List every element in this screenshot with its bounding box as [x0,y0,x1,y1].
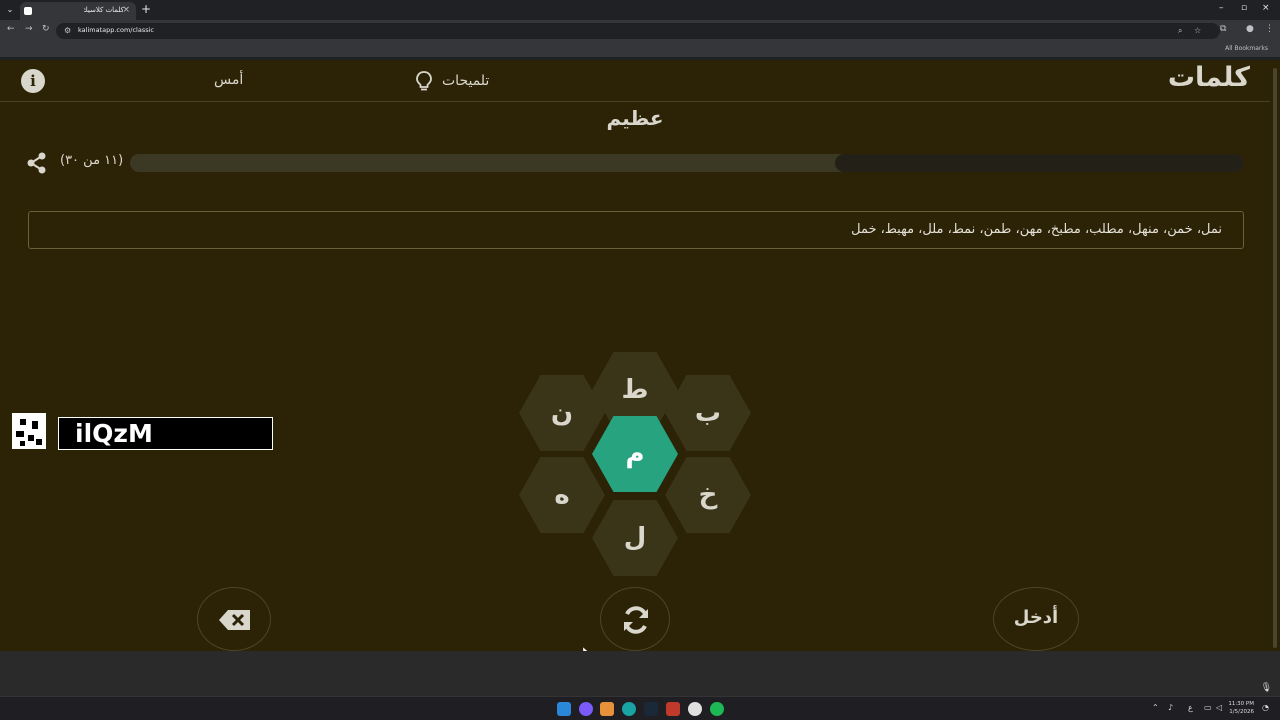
score-count: (١١ من ٣٠) [60,153,124,168]
close-tab-icon[interactable]: × [122,5,130,15]
browser-tab[interactable]: كلمات كلاسيك × [20,2,136,20]
watermark-code: ilQzM [58,417,273,450]
letter-hex-upper-left[interactable]: ن [519,375,605,451]
clock-date: 1/5/2026 [1229,709,1254,715]
back-icon[interactable]: ← [7,24,15,34]
progress-bar [130,154,1244,172]
chrome-icon[interactable] [688,702,702,716]
app-header: كلمات تلميحات أمس i [0,60,1270,102]
backspace-icon [219,610,250,630]
letter-hex-lower-left[interactable]: ه [519,457,605,533]
maximize-icon[interactable]: ▫ [1241,3,1247,13]
tray-mic-icon[interactable]: ♪ [1168,703,1173,712]
tab-search-icon[interactable]: ⌄ [4,4,16,16]
tab-title: كلمات كلاسيك [84,6,124,14]
page-footer [0,651,1280,696]
letter-hex-lower-right[interactable]: خ [665,457,751,533]
url-text: kalimatapp.com/classic [78,26,154,34]
lightbulb-icon [416,71,432,91]
new-tab-icon[interactable]: + [141,2,151,16]
app-logo[interactable]: كلمات [1168,62,1250,93]
tray-volume-icon[interactable]: ◁ [1216,703,1222,712]
letter-hex-upper-right[interactable]: ب [665,375,751,451]
refresh-icon [624,606,648,634]
found-words-box[interactable]: نمل، خمن، منهل، مطلب، مطبخ، مهن، طمن، نم… [28,211,1244,249]
menu-icon[interactable]: ⋮ [1265,24,1274,34]
reload-icon[interactable]: ↻ [42,24,50,34]
app-icon-1[interactable] [579,702,593,716]
watermark-logo [12,413,46,449]
page-scrollbar[interactable] [1270,60,1280,651]
browser-tab-strip: ⌄ كلمات كلاسيك × + – ▫ × [0,0,1280,20]
progress-bar-fill [835,154,1244,172]
tray-chevron-icon[interactable]: ⌃ [1152,703,1159,712]
app-icon-2[interactable] [600,702,614,716]
all-bookmarks-link[interactable]: All Bookmarks [1225,45,1268,52]
bookmarks-bar: All Bookmarks [0,42,1280,58]
minimize-icon[interactable]: – [1219,3,1224,13]
app-icon-3[interactable] [622,702,636,716]
tab-favicon-icon [24,7,32,15]
tray-lang-icon[interactable]: ع [1188,703,1193,712]
found-words-list: نمل، خمن، منهل، مطلب، مطبخ، مهن، طمن، نم… [851,222,1222,237]
app-icon-5[interactable] [666,702,680,716]
share-icon[interactable] [26,152,48,174]
yesterday-button[interactable]: أمس [214,72,243,88]
address-bar[interactable]: ⚙ kalimatapp.com/classic ⌕ ☆ [56,23,1220,39]
profile-avatar-icon[interactable]: ● [1246,24,1254,34]
hints-button[interactable]: تلميحات [414,70,489,92]
enter-button[interactable]: أدخل [993,587,1079,651]
bookmark-star-icon[interactable]: ☆ [1194,26,1201,35]
site-info-icon[interactable]: ⚙ [64,26,71,35]
notifications-icon[interactable]: ◔ [1262,703,1269,712]
enter-label: أدخل [1013,607,1059,628]
delete-button[interactable] [197,587,271,651]
zoom-icon[interactable]: ⌕ [1178,26,1182,36]
game-app: كلمات تلميحات أمس i عظيم (١١ من ٣٠) نمل،… [0,60,1270,658]
forward-icon[interactable]: → [25,24,33,34]
extensions-icon[interactable]: ⧉ [1220,24,1226,34]
steam-icon[interactable] [644,702,658,716]
start-icon[interactable] [557,702,571,716]
close-window-icon[interactable]: × [1262,3,1270,13]
browser-toolbar: ← → ↻ ⚙ kalimatapp.com/classic ⌕ ☆ ⧉ ● ⋮ [0,20,1280,42]
spotify-icon[interactable] [710,702,724,716]
rank-title: عظيم [606,106,664,130]
tray-network-icon[interactable]: ▭ [1204,703,1212,712]
letter-hex-center[interactable]: م [592,416,678,492]
taskbar-clock[interactable]: 11:30 PM 1/5/2026 [1226,700,1254,716]
shuffle-button[interactable] [600,587,670,651]
scrollbar-thumb[interactable] [1273,68,1277,648]
hints-label: تلميحات [442,73,490,89]
letter-hex-bottom[interactable]: ل [592,500,678,576]
microphone-icon[interactable]: 🎙 [1261,683,1272,693]
windows-taskbar: ⌃ ♪ ع ▭ ◁ 11:30 PM 1/5/2026 ◔ [0,696,1280,720]
info-icon[interactable]: i [21,69,45,93]
clock-time: 11:30 PM [1228,701,1254,707]
